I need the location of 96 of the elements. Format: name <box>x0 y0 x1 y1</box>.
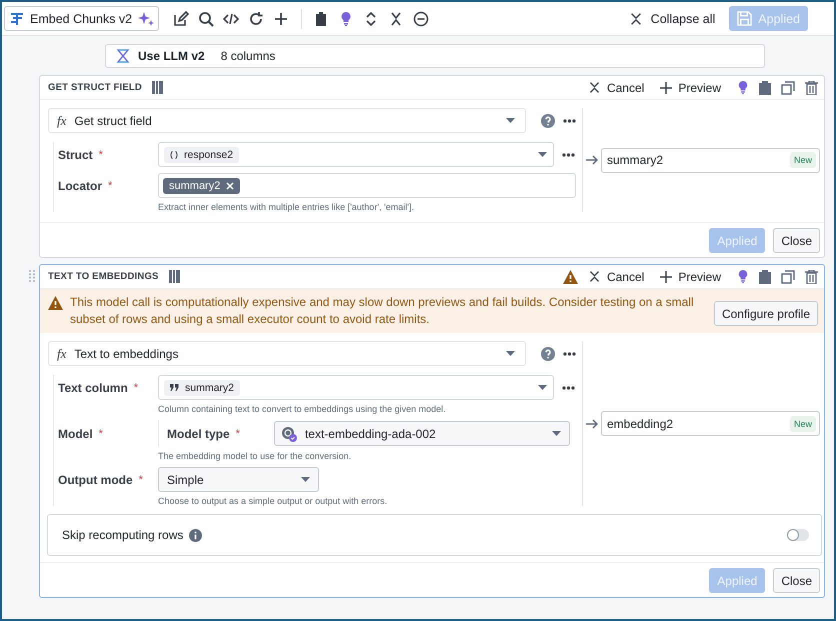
hourglass-icon <box>116 49 130 63</box>
required-mark: * <box>236 428 240 440</box>
required-mark: * <box>98 428 103 440</box>
tag-input[interactable]: summary2 <box>158 173 576 198</box>
function-symbol: fx <box>57 346 66 362</box>
trash-icon[interactable] <box>805 80 818 94</box>
field-label: Output mode <box>58 472 133 486</box>
field-label: Model <box>58 426 93 440</box>
transform-icon <box>10 12 24 26</box>
column-chip: summary2 <box>164 380 240 396</box>
required-mark: * <box>134 382 138 394</box>
collapse-icon <box>628 12 643 26</box>
card-title: GET STRUCT FIELD <box>48 82 142 93</box>
book-icon[interactable] <box>152 81 163 94</box>
minus-circle-icon[interactable] <box>413 10 429 26</box>
braces-icon <box>170 150 178 158</box>
preview-button[interactable]: Preview <box>654 80 727 94</box>
required-mark: * <box>108 180 112 192</box>
required-mark: * <box>138 474 143 486</box>
help-icon[interactable] <box>541 346 555 360</box>
book-icon[interactable] <box>168 270 180 283</box>
output-column-field[interactable]: embedding2 New <box>601 411 820 436</box>
clipboard-icon[interactable] <box>759 270 771 284</box>
output-column-field[interactable]: summary2 New <box>601 148 820 172</box>
clipboard-icon[interactable] <box>313 10 329 26</box>
model-icon <box>280 426 297 442</box>
warning-message: This model call is computationally expensive and may slow down previews and fail builds. Consider testing on a small subset of rows and using a small executor count to avoid rate limits. <box>70 294 695 328</box>
quote-icon <box>170 384 179 391</box>
refresh-icon[interactable] <box>248 10 264 26</box>
lightbulb-icon[interactable] <box>737 80 749 95</box>
caret-icon <box>552 431 561 436</box>
new-badge: New <box>790 152 816 168</box>
field-hint: Choose to output as a simple output or output with errors. <box>158 496 388 506</box>
pipeline-name-field[interactable]: Embed Chunks v2 <box>4 6 159 31</box>
caret-icon <box>506 351 515 356</box>
more-icon[interactable] <box>562 152 575 156</box>
drag-handle-icon[interactable] <box>29 270 35 282</box>
model-select[interactable]: text-embedding-ada-002 <box>274 421 570 446</box>
field-label: Struct <box>58 148 93 162</box>
help-icon[interactable] <box>541 114 555 128</box>
lightbulb-icon[interactable] <box>737 269 749 284</box>
field-label: Text column <box>58 380 128 394</box>
locator-tag[interactable]: summary2 <box>163 178 240 194</box>
plus-icon <box>660 82 672 94</box>
column-select[interactable]: summary2 <box>158 375 554 400</box>
function-select[interactable]: fx Get struct field <box>48 108 526 133</box>
field-hint: The embedding model to use for the conversion. <box>158 451 352 461</box>
warning-icon <box>48 296 63 310</box>
column-count: 8 columns <box>220 49 276 63</box>
field-label: Locator <box>58 178 102 192</box>
required-mark: * <box>98 148 103 160</box>
input-node[interactable]: Use LLM v2 8 columns <box>105 44 765 68</box>
plus-icon[interactable] <box>273 10 289 26</box>
cancel-button[interactable]: Cancel <box>582 270 650 284</box>
zoom-icon[interactable] <box>198 10 214 26</box>
copy-icon[interactable] <box>781 80 795 94</box>
plus-icon <box>660 270 672 282</box>
collapse-all-button[interactable]: Collapse all <box>622 12 722 26</box>
more-icon[interactable] <box>563 118 576 122</box>
caret-icon <box>538 385 547 390</box>
sparkle-icon[interactable] <box>138 10 154 26</box>
card-title: TEXT TO EMBEDDINGS <box>48 271 159 282</box>
close-button[interactable]: Close <box>773 228 820 253</box>
column-chip: response2 <box>164 146 240 162</box>
arrow-icon <box>586 418 598 428</box>
preview-button[interactable]: Preview <box>654 270 727 284</box>
skip-label: Skip recomputing rows <box>62 528 184 542</box>
collapse-icon <box>588 81 601 94</box>
node-name: Use LLM v2 <box>138 49 205 63</box>
save-icon <box>737 11 752 26</box>
caret-icon <box>506 118 515 123</box>
new-badge: New <box>790 416 816 432</box>
caret-icon <box>538 152 547 157</box>
function-symbol: fx <box>57 112 66 128</box>
field-hint: Column containing text to convert to embeddings using the given model. <box>158 404 447 414</box>
toggle-switch[interactable] <box>787 529 809 541</box>
edit-icon[interactable] <box>173 10 189 26</box>
remove-icon[interactable] <box>226 182 234 190</box>
arrow-icon <box>586 155 598 165</box>
trash-icon[interactable] <box>805 270 818 284</box>
more-icon[interactable] <box>562 386 575 390</box>
output-mode-select[interactable]: Simple <box>158 467 319 492</box>
copy-icon[interactable] <box>781 270 795 284</box>
warning-icon <box>562 270 578 284</box>
clipboard-icon[interactable] <box>759 80 771 94</box>
field-hint: Extract inner elements with multiple entries like ['author', 'email']. <box>158 202 415 212</box>
info-icon[interactable] <box>189 528 202 542</box>
field-label: Model type <box>167 426 230 440</box>
configure-profile-button[interactable]: Configure profile <box>714 301 818 326</box>
caret-icon <box>301 477 310 482</box>
collapse-icon <box>588 270 601 283</box>
function-select[interactable]: fx Text to embeddings <box>48 341 526 366</box>
column-select[interactable]: response2 <box>158 142 554 167</box>
close-button[interactable]: Close <box>773 568 820 593</box>
more-icon[interactable] <box>563 352 576 356</box>
cancel-button[interactable]: Cancel <box>582 80 650 94</box>
